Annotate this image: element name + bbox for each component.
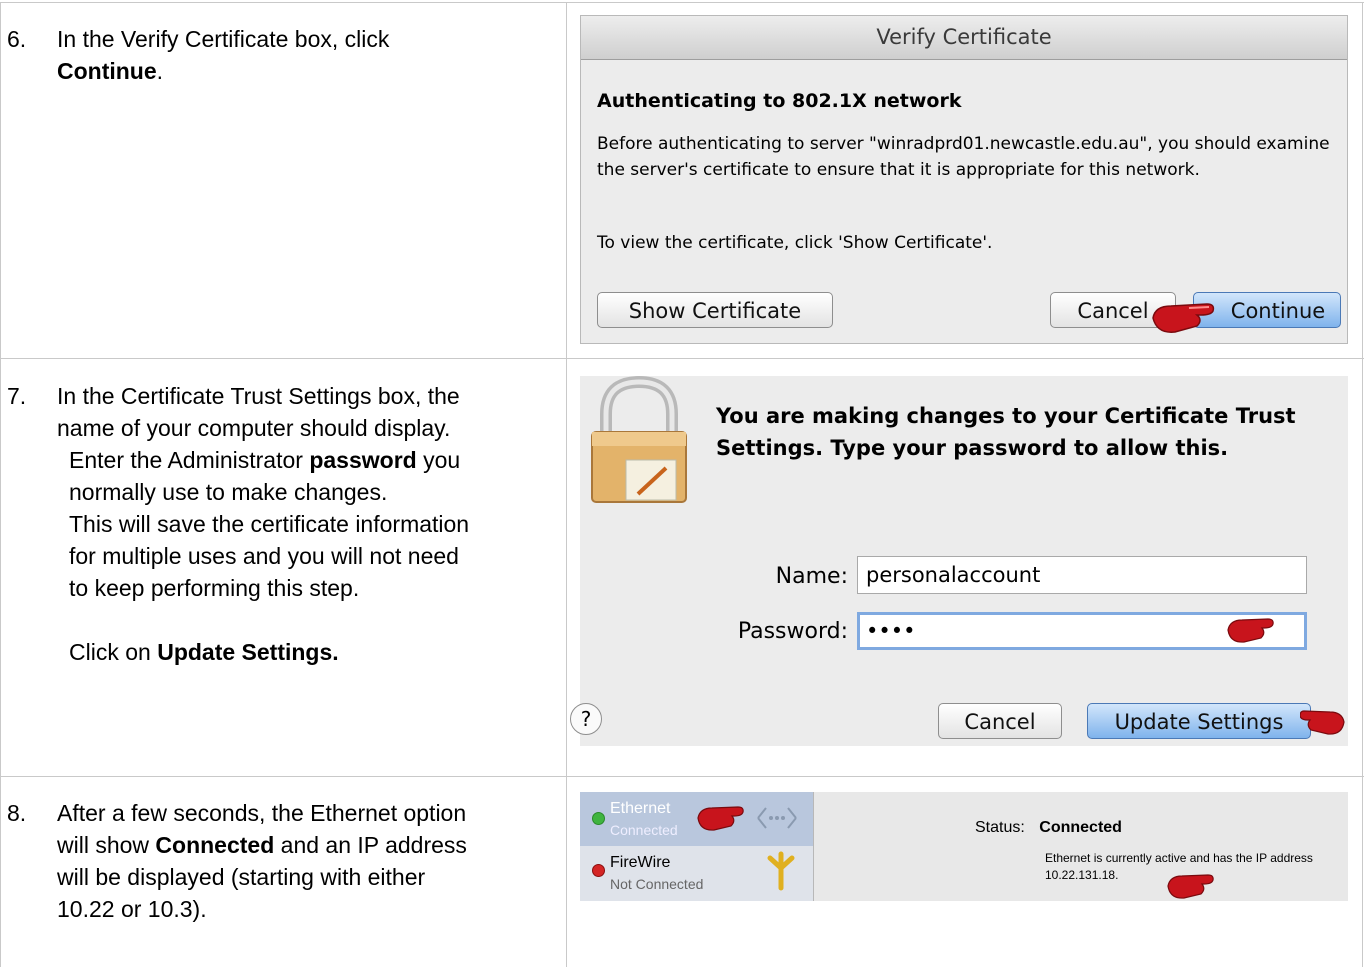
step-emphasis: password [309, 447, 417, 473]
firewire-name: FireWire [610, 854, 671, 871]
step-text: normally use to make changes. [69, 479, 388, 505]
cancel-button[interactable]: Cancel [938, 703, 1062, 739]
ethernet-status: Connected [610, 822, 678, 838]
step-text: and an IP address [274, 832, 467, 858]
dialog-title: You are making changes to your Certifica… [716, 404, 1296, 460]
pointing-hand-icon [697, 806, 744, 831]
table-left-border [0, 2, 1, 967]
step-text: After a few seconds, the Ethernet option [57, 800, 467, 826]
status-label: Status: [975, 819, 1025, 836]
status-value: Connected [1039, 819, 1122, 836]
pointing-hand-icon [1227, 618, 1274, 643]
show-certificate-button[interactable]: Show Certificate [597, 292, 833, 328]
update-settings-button[interactable]: Update Settings [1087, 703, 1311, 739]
step-number: 7. [7, 383, 27, 409]
step-emphasis: Connected [155, 832, 275, 858]
step-text: will be displayed (starting with either [57, 864, 426, 890]
name-label: Name: [775, 564, 848, 589]
table-top-border [0, 2, 1364, 3]
step-text: 10.22 or 10.3). [57, 896, 207, 922]
dialog-heading: Authenticating to 802.1X network [597, 90, 962, 112]
help-button[interactable]: ? [570, 703, 602, 735]
step-number: 8. [7, 800, 27, 826]
step-text: This will save the certificate informati… [69, 511, 470, 537]
step-text: will show [57, 832, 156, 858]
lock-icon [591, 376, 687, 503]
status-line: Status: Connected [975, 819, 1122, 837]
name-field[interactable]: personalaccount [857, 556, 1307, 594]
step-emphasis: Update Settings. [157, 639, 339, 665]
step-text: In the Certificate Trust Settings box, t… [57, 383, 460, 409]
network-services-list: Ethernet Connected FireWire Not Connecte… [580, 792, 814, 901]
column-divider [566, 2, 567, 967]
ethernet-name: Ethernet [610, 800, 671, 817]
firewire-status: Not Connected [610, 876, 704, 892]
certificate-trust-auth-dialog: You are making changes to your Certifica… [570, 376, 1348, 746]
row-divider [0, 358, 1364, 359]
password-label: Password: [737, 619, 848, 644]
verify-certificate-dialog: Verify Certificate Authenticating to 802… [580, 15, 1348, 344]
step-text: Enter the Administrator [69, 447, 310, 473]
table-right-border [1362, 2, 1363, 967]
pointing-hand-icon [1152, 303, 1215, 333]
step-text: In the Verify Certificate box, click [57, 26, 390, 52]
step-number: 6. [7, 26, 27, 52]
dialog-title: Verify Certificate [581, 16, 1347, 60]
ethernet-port-icon [757, 807, 797, 829]
step-text: you [416, 447, 461, 473]
step-text: . [156, 58, 164, 84]
step-emphasis: Continue [57, 58, 157, 84]
firewire-icon [767, 851, 795, 891]
dialog-hint: To view the certificate, click 'Show Cer… [597, 233, 993, 253]
step-text: to keep performing this step. [69, 575, 360, 601]
status-dot-connected [592, 812, 605, 825]
step-text: for multiple uses and you will not need [69, 543, 459, 569]
row-divider [0, 776, 1364, 777]
network-preferences: Ethernet Connected FireWire Not Connecte… [580, 792, 1348, 901]
dialog-message: Before authenticating to server "winradp… [597, 134, 1330, 180]
pointing-hand-icon [1300, 710, 1345, 735]
pointing-hand-icon [1167, 874, 1214, 899]
status-dot-disconnected [592, 864, 605, 877]
step-text: name of your computer should display. [57, 415, 451, 441]
step-text: Click on [69, 639, 158, 665]
